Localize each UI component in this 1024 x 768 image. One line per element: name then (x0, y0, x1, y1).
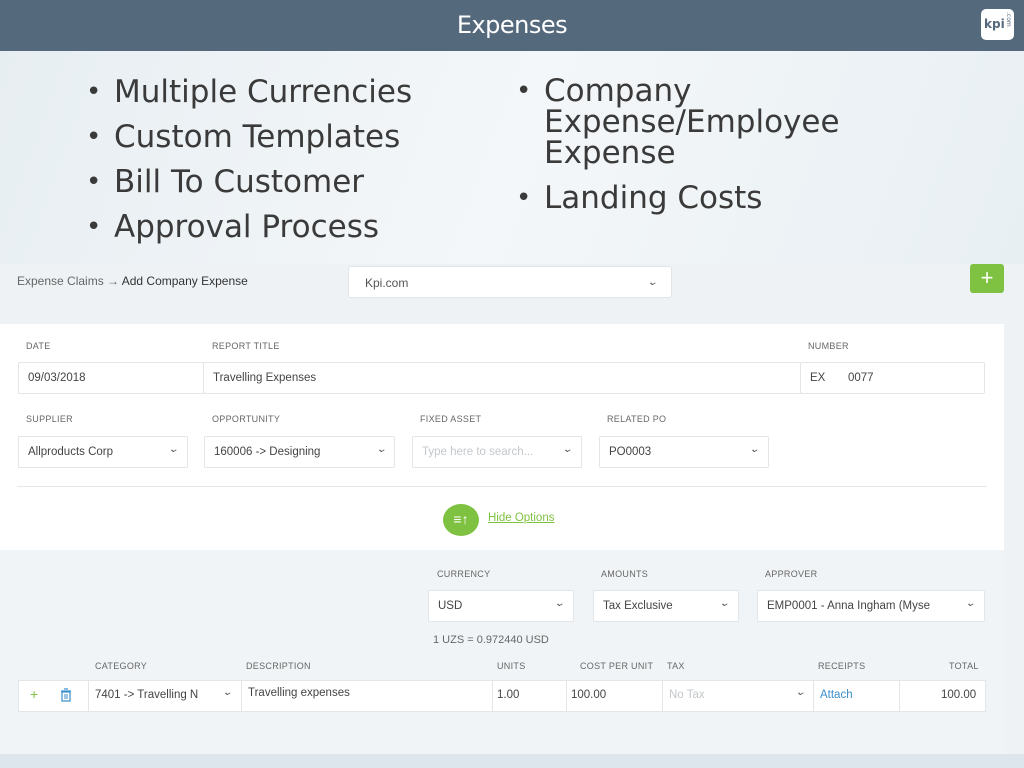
add-line-icon[interactable]: + (30, 686, 38, 702)
slide-header: Expenses kpi .com (0, 0, 1024, 51)
trash-icon[interactable] (60, 688, 72, 702)
exchange-rate-text: 1 UZS = 0.972440 USD (433, 634, 549, 646)
report-title-field[interactable]: Travelling Expenses (203, 362, 801, 394)
approver-value: EMP0001 - Anna Ingham (Myse (767, 600, 930, 612)
receipts-header: RECEIPTS (818, 661, 866, 671)
related-po-value: PO0003 (609, 446, 652, 458)
currency-select[interactable]: USD ⌄ (428, 590, 574, 622)
chevron-down-icon: ⌄ (748, 444, 760, 455)
bullet-item: Landing Costs (516, 183, 856, 215)
fixed-asset-label: FIXED ASSET (420, 414, 482, 424)
bullet-list-right: Company Expense/Employee Expense Landing… (516, 76, 856, 228)
total-cell: 100.00 (899, 681, 985, 711)
chevron-down-icon: ⌄ (718, 598, 730, 609)
bullet-list-left: Multiple Currencies Custom Templates Bil… (86, 74, 412, 254)
chevron-down-icon: ⌄ (167, 444, 179, 455)
related-po-label: RELATED PO (607, 414, 667, 424)
number-value: 0077 (848, 372, 874, 384)
opportunity-label: OPPORTUNITY (212, 414, 281, 424)
opportunity-select[interactable]: 160006 -> Designing ⌄ (204, 436, 395, 468)
logo-sub-text: .com (1005, 12, 1012, 27)
units-field[interactable]: 1.00 (492, 681, 566, 711)
hide-options-link[interactable]: Hide Options (488, 512, 554, 524)
chevron-down-icon: ⌄ (221, 687, 233, 698)
slide-title: Expenses (456, 11, 568, 39)
fixed-asset-search[interactable]: Type here to search... ⌄ (412, 436, 582, 468)
fixed-asset-placeholder: Type here to search... (422, 446, 534, 458)
currency-label: CURRENCY (437, 569, 491, 579)
bottom-strip (0, 754, 1024, 768)
date-value: 09/03/2018 (28, 372, 86, 384)
total-header: TOTAL (949, 661, 979, 671)
units-header: UNITS (497, 661, 526, 671)
company-select-value: Kpi.com (365, 276, 409, 290)
tax-header: TAX (667, 661, 685, 671)
cost-per-unit-value: 100.00 (571, 689, 607, 701)
logo-text: kpi (984, 17, 1005, 31)
description-value: Travelling expenses (248, 687, 350, 699)
bullet-item: Multiple Currencies (86, 74, 412, 111)
report-title-label: REPORT TITLE (212, 341, 280, 351)
amounts-select[interactable]: Tax Exclusive ⌄ (593, 590, 739, 622)
supplier-value: Allproducts Corp (28, 446, 114, 458)
related-po-select[interactable]: PO0003 ⌄ (599, 436, 769, 468)
breadcrumb-current: Add Company Expense (121, 274, 248, 288)
company-select[interactable]: Kpi.com ⌄ (348, 266, 672, 298)
report-title-value: Travelling Expenses (213, 372, 317, 384)
category-select[interactable]: 7401 -> Travelling N ⌄ (88, 681, 241, 711)
description-field[interactable]: Travelling expenses (241, 681, 492, 711)
tax-placeholder: No Tax (669, 689, 705, 701)
date-field[interactable]: 09/03/2018 (18, 362, 204, 394)
add-button[interactable]: + (970, 264, 1004, 293)
chevron-down-icon: ⌄ (646, 277, 658, 288)
currency-value: USD (438, 600, 463, 612)
supplier-label: SUPPLIER (26, 414, 73, 424)
tax-select[interactable]: No Tax ⌄ (662, 681, 813, 711)
approver-label: APPROVER (765, 569, 818, 579)
chevron-down-icon: ⌄ (561, 444, 573, 455)
amounts-value: Tax Exclusive (603, 600, 673, 612)
amounts-label: AMOUNTS (601, 569, 649, 579)
cost-per-unit-header: COST PER UNIT (580, 661, 654, 671)
bullet-item: Custom Templates (86, 119, 412, 156)
breadcrumb-parent-link[interactable]: Expense Claims (17, 274, 104, 288)
description-header: DESCRIPTION (246, 661, 311, 671)
cost-per-unit-field[interactable]: 100.00 (566, 681, 662, 711)
divider (17, 486, 987, 487)
approver-select[interactable]: EMP0001 - Anna Ingham (Myse ⌄ (757, 590, 985, 622)
bullet-item: Bill To Customer (86, 164, 412, 201)
units-value: 1.00 (497, 689, 520, 701)
kpi-logo: kpi .com (981, 9, 1014, 40)
breadcrumb: Expense Claims → Add Company Expense (17, 274, 248, 288)
number-field[interactable]: EX 0077 (800, 362, 985, 394)
opportunity-value: 160006 -> Designing (214, 446, 321, 458)
number-label: NUMBER (808, 341, 849, 351)
supplier-select[interactable]: Allproducts Corp ⌄ (18, 436, 188, 468)
expense-app: Expense Claims → Add Company Expense Kpi… (0, 264, 1024, 768)
chevron-down-icon: ⌄ (553, 598, 565, 609)
chevron-down-icon: ⌄ (794, 687, 806, 698)
expense-line-row: + 7401 -> Travelling N ⌄ Travelling expe… (18, 680, 986, 712)
number-prefix: EX (810, 372, 826, 384)
attach-link[interactable]: Attach (820, 689, 853, 701)
hide-options-icon[interactable]: ≡↑ (443, 504, 479, 536)
receipts-cell: Attach (813, 681, 899, 711)
category-header: CATEGORY (95, 661, 148, 671)
category-value: 7401 -> Travelling N (95, 689, 199, 701)
bullet-item: Approval Process (86, 209, 412, 246)
options-panel: CURRENCY AMOUNTS APPROVER USD ⌄ Tax Excl… (0, 550, 1004, 754)
chevron-down-icon: ⌄ (964, 598, 976, 609)
bullet-item: Company Expense/Employee Expense (516, 76, 856, 169)
total-value: 100.00 (941, 689, 977, 701)
expense-form-card: DATE REPORT TITLE NUMBER 09/03/2018 Trav… (0, 324, 1004, 754)
chevron-down-icon: ⌄ (375, 444, 387, 455)
date-label: DATE (26, 341, 51, 351)
breadcrumb-separator: → (107, 274, 120, 288)
